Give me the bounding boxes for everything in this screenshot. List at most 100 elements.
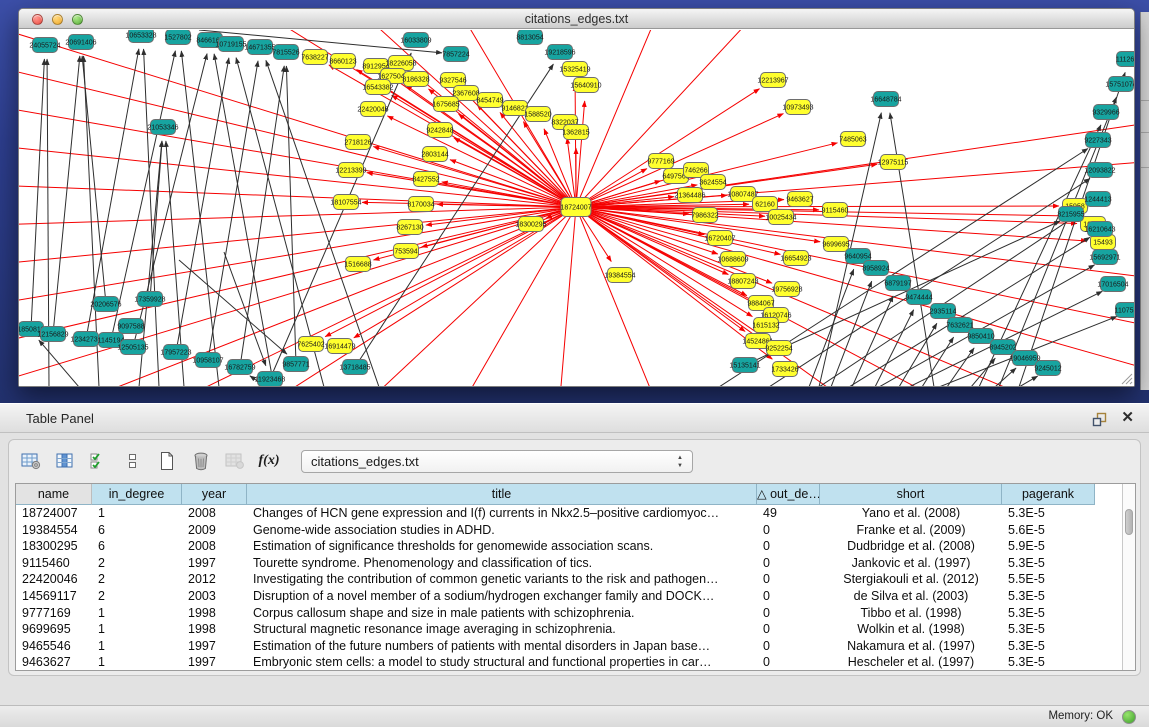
table-row[interactable]: 977716911998Corpus callosum shape and si… xyxy=(16,605,1135,622)
table-cell-out_degree: 0 xyxy=(757,538,820,555)
graph-edge[interactable] xyxy=(31,59,44,329)
citation-network-graph[interactable]: 7638227866012389129541822605816275048165… xyxy=(19,30,1134,386)
graph-edge[interactable] xyxy=(19,207,576,345)
table-row[interactable]: 946362711997Embryonic stem cells: a mode… xyxy=(16,654,1135,671)
table-row[interactable]: 946554611997Estimation of the future num… xyxy=(16,638,1135,655)
column-header-title[interactable]: title xyxy=(247,484,757,505)
column-header-year[interactable]: year xyxy=(182,484,247,505)
graph-edge[interactable] xyxy=(19,65,576,207)
table-cell-pagerank: 5.5E-5 xyxy=(1002,571,1095,588)
function-builder-icon[interactable]: f(x) xyxy=(257,449,281,473)
table-row[interactable]: 1830029562008Estimation of significance … xyxy=(16,538,1135,555)
table-row[interactable]: 969969511998Structural magnetic resonanc… xyxy=(16,621,1135,638)
table-cell-name: 18300295 xyxy=(16,538,92,555)
select-all-icon[interactable] xyxy=(87,449,111,473)
table-cell-short: Wolkin et al. (1998) xyxy=(820,621,1002,638)
graph-node-label: 16720407 xyxy=(704,236,735,243)
graph-edge[interactable] xyxy=(19,185,576,207)
graph-node-label: 8427552 xyxy=(412,177,439,184)
graph-edge[interactable] xyxy=(459,207,576,386)
graph-edge[interactable] xyxy=(559,207,576,386)
graph-edge[interactable] xyxy=(831,281,872,386)
close-panel-icon[interactable]: ✕ xyxy=(1121,409,1134,427)
table-row[interactable]: 1456911722003Disruption of a novel membe… xyxy=(16,588,1135,605)
graph-node-label: 19756928 xyxy=(771,287,802,294)
zoom-button[interactable] xyxy=(72,14,83,25)
graph-node-label: 18226058 xyxy=(385,61,416,68)
table-selector-value: citations_edges.txt xyxy=(311,454,419,469)
table-cell-name: 9699695 xyxy=(16,621,92,638)
table-cell-in_degree: 1 xyxy=(92,621,182,638)
network-view-window[interactable]: citations_edges.txt 76382278660123891295… xyxy=(18,8,1135,387)
table-settings-icon[interactable] xyxy=(19,449,43,473)
graph-node-label: 19046959 xyxy=(1009,356,1040,363)
table-cell-out_degree: 49 xyxy=(757,505,820,522)
graph-edge[interactable] xyxy=(179,260,287,354)
table-row[interactable]: 2242004622012Investigating the contribut… xyxy=(16,571,1135,588)
table-cell-in_degree: 1 xyxy=(92,638,182,655)
table-row[interactable]: 911546021997Tourette syndrome. Phenomeno… xyxy=(16,555,1135,572)
graph-edge[interactable] xyxy=(575,85,576,207)
graph-edge[interactable] xyxy=(82,56,106,304)
graph-edge[interactable] xyxy=(576,207,659,386)
graph-node-label: 18724007 xyxy=(560,205,591,212)
float-window-icon[interactable] xyxy=(1092,412,1107,427)
graph-edge[interactable] xyxy=(208,61,258,360)
graph-node-label: 9884067 xyxy=(747,301,774,308)
column-header-out_degree[interactable]: △ out_de… xyxy=(757,484,820,505)
cytoscape-desktop: citations_edges.txt 76382278660123891295… xyxy=(0,0,1149,403)
vertical-scrollbar[interactable] xyxy=(1122,484,1135,670)
table-cell-title: Changes of HCN gene expression and I(f) … xyxy=(247,505,757,522)
memory-status-label: Memory: OK xyxy=(1048,710,1113,722)
table-cell-short: Yano et al. (2008) xyxy=(820,505,1002,522)
table-cell-name: 9115460 xyxy=(16,555,92,572)
resize-grip[interactable] xyxy=(1119,371,1133,385)
show-columns-icon[interactable] xyxy=(53,449,77,473)
network-window-titlebar[interactable]: citations_edges.txt xyxy=(19,9,1134,29)
column-header-short[interactable]: short xyxy=(820,484,1002,505)
graph-edge[interactable] xyxy=(875,310,914,386)
graph-edge[interactable] xyxy=(86,49,139,339)
graph-edge[interactable] xyxy=(39,340,79,386)
table-row[interactable]: 1938455462009Genome-wide association stu… xyxy=(16,522,1135,539)
close-button[interactable] xyxy=(32,14,43,25)
table-body: 1872400712008Changes of HCN gene express… xyxy=(16,505,1135,671)
graph-node-label: 16648784 xyxy=(870,97,901,104)
graph-edge[interactable] xyxy=(19,207,576,225)
table-cell-short: de Silva et al. (2003) xyxy=(820,588,1002,605)
graph-edge[interactable] xyxy=(947,348,974,386)
graph-node-label: 1516688 xyxy=(344,262,371,269)
scrollbar-thumb[interactable] xyxy=(1125,509,1133,535)
create-column-icon[interactable] xyxy=(155,449,179,473)
graph-node-label: 7638227 xyxy=(301,55,328,62)
graph-node-label: 9463627 xyxy=(786,197,813,204)
table-cell-in_degree: 2 xyxy=(92,571,182,588)
graph-node-label: 16654923 xyxy=(780,256,811,263)
window-title: citations_edges.txt xyxy=(525,12,629,26)
table-cell-in_degree: 6 xyxy=(92,538,182,555)
column-header-in_degree[interactable]: in_degree xyxy=(92,484,182,505)
graph-node-label: 15640910 xyxy=(570,83,601,90)
graph-edge[interactable] xyxy=(899,323,937,386)
graph-node-label: 9329966 xyxy=(1092,110,1119,117)
column-header-name[interactable]: name xyxy=(16,484,92,505)
table-cell-pagerank: 5.3E-5 xyxy=(1002,621,1095,638)
delete-column-icon[interactable] xyxy=(189,449,213,473)
table-cell-out_degree: 0 xyxy=(757,621,820,638)
table-row[interactable]: 1872400712008Changes of HCN gene express… xyxy=(16,505,1135,522)
graph-node-label: 2367608 xyxy=(452,91,479,98)
graph-edge[interactable] xyxy=(176,58,229,352)
minimize-button[interactable] xyxy=(52,14,63,25)
table-cell-in_degree: 6 xyxy=(92,522,182,539)
network-canvas[interactable]: 7638227866012389129541822605816275048165… xyxy=(19,30,1134,386)
graph-node-label: 17016504 xyxy=(1097,282,1128,289)
column-header-pagerank[interactable]: pagerank xyxy=(1002,484,1095,505)
table-cell-pagerank: 5.9E-5 xyxy=(1002,538,1095,555)
graph-node-label: 9242848 xyxy=(426,128,453,135)
table-cell-short: Jankovic et al. (1997) xyxy=(820,555,1002,572)
table-selector-dropdown[interactable]: citations_edges.txt ▲▼ xyxy=(301,450,693,473)
selection-list-icon[interactable] xyxy=(121,449,145,473)
table-panel-titlebar[interactable]: Table Panel ✕ xyxy=(0,403,1149,433)
graph-node-label: 9857771 xyxy=(282,362,309,369)
graph-node-label: 8454749 xyxy=(476,98,503,105)
